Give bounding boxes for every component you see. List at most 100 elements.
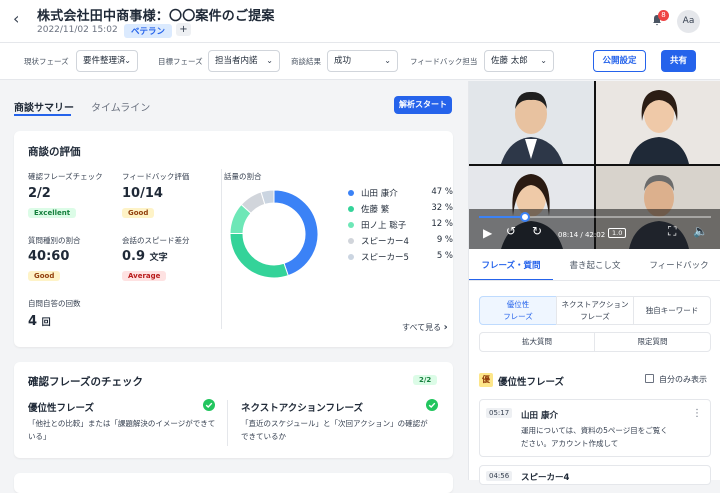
public-settings-button[interactable]: 公開設定 xyxy=(593,50,646,72)
confirm-title: 確認フレーズのチェック xyxy=(28,376,143,388)
metric-label: 確認フレーズチェック xyxy=(28,172,103,181)
time-readout: 08:14 / 42:02 xyxy=(558,231,606,239)
see-all-label: すべて見る xyxy=(402,323,442,332)
analyze-start-button[interactable]: 解析スタート xyxy=(394,96,452,114)
legend-value: 9 % xyxy=(436,235,453,245)
phrase-title: 優位性フレーズ xyxy=(28,403,95,414)
metric-unit: 文字 xyxy=(149,253,168,263)
metric-number: 4 xyxy=(28,314,38,329)
result-select[interactable]: 成功 ⌄ xyxy=(327,50,398,72)
legend-label: 田ノ上 聡子 xyxy=(361,221,407,231)
target-phase-select[interactable]: 担当者内諾 ⌄ xyxy=(208,50,280,72)
tab-summary[interactable]: 商談サマリー xyxy=(14,99,74,114)
legend-value: 12 % xyxy=(431,219,453,229)
speaker-name: 山田 康介 xyxy=(521,411,558,421)
progress-fill xyxy=(479,216,526,218)
chevron-right-icon: › xyxy=(443,322,448,333)
segment-keyword[interactable]: 独自キーワード xyxy=(633,296,711,325)
check-circle-icon xyxy=(426,399,438,411)
result-value: 成功 xyxy=(334,56,352,66)
tab-phrases[interactable]: フレーズ・質問 xyxy=(469,251,553,281)
segment-next-action[interactable]: ネクストアクション フレーズ xyxy=(556,296,634,325)
tab-transcript[interactable]: 書き起こし文 xyxy=(553,251,637,281)
legend-value: 32 % xyxy=(431,203,453,213)
rewind-10-icon[interactable]: ↺ xyxy=(506,224,516,238)
metric-value: 2/2 xyxy=(28,186,51,201)
current-phase-value: 要件整理済 xyxy=(83,56,126,66)
skill-tag: ベテラン xyxy=(124,24,173,38)
metric-label: 自問自答の回数 xyxy=(28,299,81,308)
own-only-label: 自分のみ表示 xyxy=(659,375,707,384)
metric-value: 0.9 文字 xyxy=(122,249,168,264)
metric-value: 40:60 xyxy=(28,249,70,264)
metric-label: フィードバック評価 xyxy=(122,172,190,181)
fullscreen-icon[interactable]: ⛶ xyxy=(668,224,676,239)
tab-feedback[interactable]: フィードバック xyxy=(637,251,720,281)
metric-unit: 回 xyxy=(41,318,51,328)
video-player[interactable]: ▶ ↺ ↻ 08:14 / 42:02 1.0 ⛶ 🔈 xyxy=(469,81,720,249)
confirm-phrase-card: 確認フレーズのチェック 2/2 優位性フレーズ 「他社との比較」または「課題解決… xyxy=(14,362,453,458)
phrase-desc: 「直近のスケジュール」と「次回アクション」の確認ができているか xyxy=(241,419,428,441)
filter-label-feedback-owner: フィードバック担当 xyxy=(410,57,478,66)
share-button[interactable]: 共有 xyxy=(661,50,696,72)
feedback-owner-value: 佐藤 太郎 xyxy=(491,56,528,66)
play-icon[interactable]: ▶ xyxy=(483,226,492,240)
current-phase-select[interactable]: 要件整理済 ⌄ xyxy=(76,50,138,72)
divider xyxy=(227,400,228,446)
playback-speed[interactable]: 1.0 xyxy=(608,228,627,238)
segment-open-question[interactable]: 拡大質問 xyxy=(479,332,595,352)
meeting-date: 2022/11/02 15:02 xyxy=(37,25,118,35)
legend-value: 47 % xyxy=(431,187,453,197)
progress-knob[interactable] xyxy=(520,212,531,222)
forward-10-icon[interactable]: ↻ xyxy=(532,224,542,238)
legend-dot xyxy=(348,238,354,244)
header: ‹ 株式会社田中商事様：〇〇案件のご提案 2022/11/02 15:02 ベテ… xyxy=(0,0,720,43)
notification-badge: 8 xyxy=(658,10,669,21)
video-panel: ▶ ↺ ↻ 08:14 / 42:02 1.0 ⛶ 🔈 フレーズ・質問 書き起こ… xyxy=(468,81,720,485)
more-menu-icon[interactable]: ⋮ xyxy=(692,408,702,419)
advantage-badge: 優 xyxy=(479,373,493,387)
target-phase-value: 担当者内諾 xyxy=(215,56,258,66)
confirm-count-badge: 2/2 xyxy=(413,375,438,385)
speaker-name: スピーカー4 xyxy=(521,473,570,483)
avatar[interactable]: Aa xyxy=(677,10,700,33)
phrase-title: ネクストアクションフレーズ xyxy=(241,403,363,414)
tab-timeline[interactable]: タイムライン xyxy=(91,99,150,114)
see-all-link[interactable]: すべて見る › xyxy=(402,322,448,333)
talk-ratio-donut-chart xyxy=(229,189,319,279)
evaluation-title: 商談の評価 xyxy=(28,146,81,158)
list-item[interactable]: 05:17 山田 康介 ⋮ 運用については、資料の5ページ目をご覧ください。アカ… xyxy=(479,399,711,457)
metric-number: 0.9 xyxy=(122,249,146,264)
evaluation-card: 商談の評価 確認フレーズチェック 2/2 Excellent フィードバック評価… xyxy=(14,131,453,347)
chevron-down-icon: ⌄ xyxy=(384,56,391,65)
donut-slice-2 xyxy=(229,232,289,279)
feedback-owner-select[interactable]: 佐藤 太郎 ⌄ xyxy=(484,50,554,72)
legend-dot xyxy=(348,222,354,228)
status-badge: Average xyxy=(122,271,167,281)
metric-value: 10/14 xyxy=(122,186,163,201)
legend-value: 5 % xyxy=(436,251,453,261)
legend-label: スピーカー5 xyxy=(361,253,409,263)
filter-label-current-phase: 現状フェーズ xyxy=(24,57,69,66)
metric-label: 会話のスピード差分 xyxy=(122,236,190,245)
own-only-checkbox[interactable] xyxy=(645,374,654,383)
volume-icon[interactable]: 🔈 xyxy=(693,224,708,238)
progress-bar[interactable] xyxy=(479,212,711,222)
divider xyxy=(221,169,222,329)
chevron-down-icon: ⌄ xyxy=(124,56,131,65)
divider xyxy=(469,280,720,281)
chevron-down-icon: ⌄ xyxy=(266,56,273,65)
legend-label: スピーカー4 xyxy=(361,237,409,247)
check-circle-icon xyxy=(203,399,215,411)
segment-advantage[interactable]: 優位性 フレーズ xyxy=(479,296,557,325)
status-badge: Good xyxy=(28,271,61,281)
segment-closed-question[interactable]: 限定質問 xyxy=(594,332,711,352)
back-chevron-icon[interactable]: ‹ xyxy=(13,9,19,28)
phrase-desc: 「他社との比較」または「課題解決のイメージができている」 xyxy=(28,419,216,441)
legend-label: 山田 康介 xyxy=(361,189,398,199)
timestamp-badge[interactable]: 05:17 xyxy=(486,408,513,418)
add-tag-button[interactable]: + xyxy=(176,23,191,36)
chevron-down-icon: ⌄ xyxy=(540,56,547,65)
metric-value: 4 回 xyxy=(28,314,51,329)
list-item[interactable]: 04:56 スピーカー4 xyxy=(479,465,711,485)
